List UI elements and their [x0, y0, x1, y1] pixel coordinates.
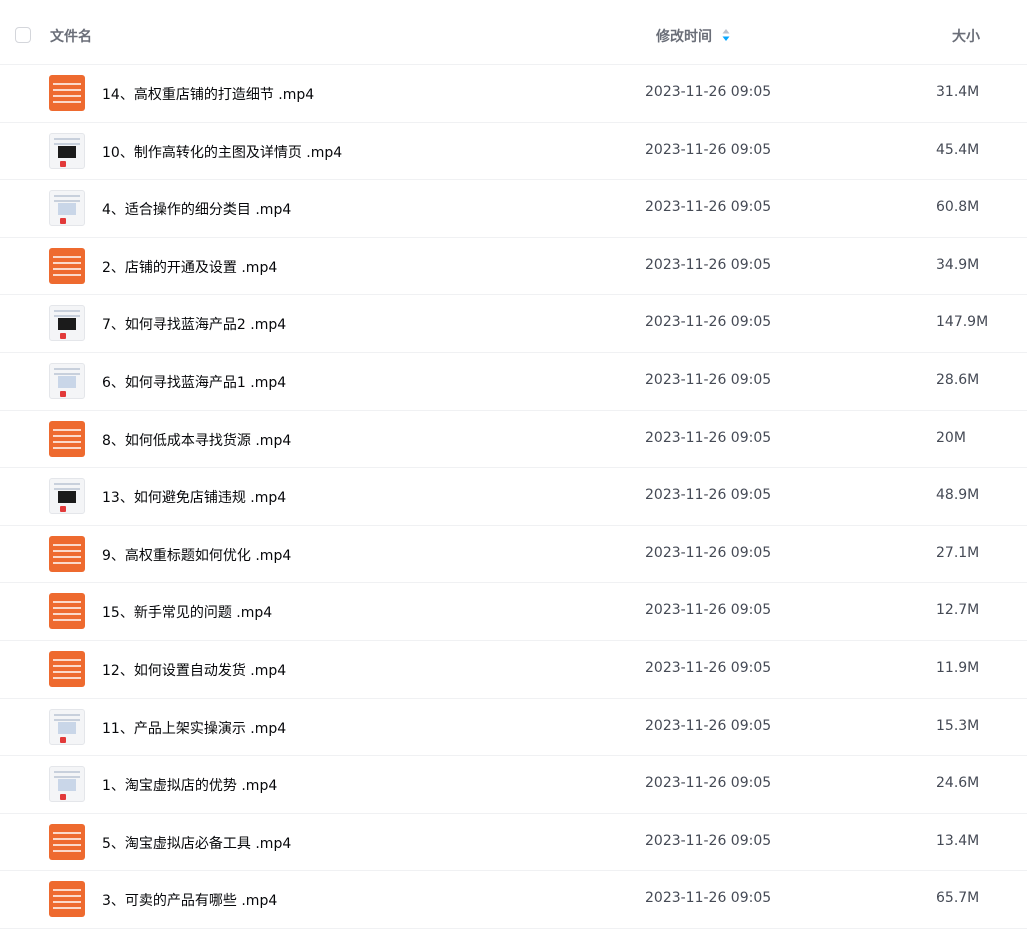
file-modified-time: 2023-11-26 09:05	[645, 659, 772, 676]
file-modified-time: 2023-11-26 09:05	[645, 371, 772, 388]
video-thumbnail-icon	[49, 190, 85, 227]
video-thumbnail-icon	[49, 708, 85, 745]
file-name[interactable]: 14、高权重店铺的打造细节 .mp4	[102, 84, 314, 104]
file-size: 48.9M	[936, 487, 980, 504]
file-modified-time: 2023-11-26 09:05	[645, 314, 772, 331]
file-row[interactable]: 13、如何避免店铺违规 .mp4 2023-11-26 09:05 48.9M	[0, 468, 1027, 526]
file-rows: 14、高权重店铺的打造细节 .mp4 2023-11-26 09:05 31.4M 1…	[0, 65, 1027, 929]
file-row[interactable]: 14、高权重店铺的打造细节 .mp4 2023-11-26 09:05 31.4M	[0, 65, 1027, 123]
file-modified-time: 2023-11-26 09:05	[645, 199, 772, 216]
column-header-name[interactable]: 文件名	[50, 26, 92, 46]
file-name[interactable]: 4、适合操作的细分类目 .mp4	[102, 199, 291, 219]
file-name[interactable]: 8、如何低成本寻找货源 .mp4	[102, 430, 291, 450]
file-modified-time: 2023-11-26 09:05	[645, 544, 772, 561]
file-modified-time: 2023-11-26 09:05	[645, 84, 772, 100]
file-size: 11.9M	[936, 659, 980, 676]
file-name[interactable]: 13、如何避免店铺违规 .mp4	[102, 487, 286, 507]
file-size: 65.7M	[936, 890, 980, 907]
file-modified-time: 2023-11-26 09:05	[645, 256, 772, 273]
file-size: 24.6M	[936, 775, 980, 792]
file-size: 13.4M	[936, 832, 980, 849]
file-row[interactable]: 4、适合操作的细分类目 .mp4 2023-11-26 09:05 60.8M	[0, 180, 1027, 238]
file-modified-time: 2023-11-26 09:05	[645, 717, 772, 734]
file-size: 15.3M	[936, 717, 980, 734]
file-modified-time: 2023-11-26 09:05	[645, 775, 772, 792]
file-row[interactable]: 11、产品上架实操演示 .mp4 2023-11-26 09:05 15.3M	[0, 699, 1027, 757]
file-row[interactable]: 5、淘宝虚拟店必备工具 .mp4 2023-11-26 09:05 13.4M	[0, 814, 1027, 872]
file-name[interactable]: 5、淘宝虚拟店必备工具 .mp4	[102, 833, 291, 853]
file-list-header: 文件名 修改时间 大小	[0, 0, 1027, 65]
file-name[interactable]: 1、淘宝虚拟店的优势 .mp4	[102, 775, 277, 795]
sort-icon[interactable]	[722, 28, 730, 42]
video-thumbnail-icon	[49, 305, 85, 342]
file-name[interactable]: 12、如何设置自动发货 .mp4	[102, 660, 286, 680]
file-row[interactable]: 6、如何寻找蓝海产品1 .mp4 2023-11-26 09:05 28.6M	[0, 353, 1027, 411]
file-size: 31.4M	[936, 84, 980, 100]
file-name[interactable]: 9、高权重标题如何优化 .mp4	[102, 545, 291, 565]
video-thumbnail-icon	[49, 478, 85, 515]
video-thumbnail-icon	[49, 881, 85, 918]
video-thumbnail-icon	[49, 823, 85, 860]
file-size: 34.9M	[936, 256, 980, 273]
file-size: 20M	[936, 429, 966, 446]
file-row[interactable]: 2、店铺的开通及设置 .mp4 2023-11-26 09:05 34.9M	[0, 238, 1027, 296]
video-thumbnail-icon	[49, 593, 85, 630]
file-name[interactable]: 11、产品上架实操演示 .mp4	[102, 718, 286, 738]
file-row[interactable]: 3、可卖的产品有哪些 .mp4 2023-11-26 09:05 65.7M	[0, 871, 1027, 929]
file-size: 45.4M	[936, 141, 980, 158]
file-row[interactable]: 15、新手常见的问题 .mp4 2023-11-26 09:05 12.7M	[0, 583, 1027, 641]
file-row[interactable]: 9、高权重标题如何优化 .mp4 2023-11-26 09:05 27.1M	[0, 526, 1027, 584]
file-name[interactable]: 6、如何寻找蓝海产品1 .mp4	[102, 372, 286, 392]
file-modified-time: 2023-11-26 09:05	[645, 429, 772, 446]
video-thumbnail-icon	[49, 362, 85, 399]
file-name[interactable]: 15、新手常见的问题 .mp4	[102, 602, 272, 622]
file-row[interactable]: 12、如何设置自动发货 .mp4 2023-11-26 09:05 11.9M	[0, 641, 1027, 699]
file-row[interactable]: 8、如何低成本寻找货源 .mp4 2023-11-26 09:05 20M	[0, 411, 1027, 469]
column-header-size[interactable]: 大小	[952, 26, 980, 46]
file-size: 28.6M	[936, 371, 980, 388]
select-all-checkbox[interactable]	[15, 27, 31, 43]
file-modified-time: 2023-11-26 09:05	[645, 832, 772, 849]
file-size: 12.7M	[936, 602, 980, 619]
file-modified-time: 2023-11-26 09:05	[645, 487, 772, 504]
column-header-time[interactable]: 修改时间	[656, 26, 712, 46]
file-list: 文件名 修改时间 大小 14、高权重店铺的打造细节 .mp4 2023-11-26…	[0, 0, 1027, 929]
file-modified-time: 2023-11-26 09:05	[645, 141, 772, 158]
file-name[interactable]: 7、如何寻找蓝海产品2 .mp4	[102, 314, 286, 334]
video-thumbnail-icon	[49, 766, 85, 803]
file-row[interactable]: 7、如何寻找蓝海产品2 .mp4 2023-11-26 09:05 147.9M	[0, 295, 1027, 353]
file-size: 27.1M	[936, 544, 980, 561]
file-modified-time: 2023-11-26 09:05	[645, 602, 772, 619]
file-name[interactable]: 3、可卖的产品有哪些 .mp4	[102, 890, 277, 910]
file-size: 147.9M	[936, 314, 989, 331]
file-row[interactable]: 1、淘宝虚拟店的优势 .mp4 2023-11-26 09:05 24.6M	[0, 756, 1027, 814]
video-thumbnail-icon	[49, 535, 85, 572]
video-thumbnail-icon	[49, 132, 85, 169]
video-thumbnail-icon	[49, 650, 85, 687]
video-thumbnail-icon	[49, 75, 85, 111]
file-name[interactable]: 10、制作高转化的主图及详情页 .mp4	[102, 142, 342, 162]
file-size: 60.8M	[936, 199, 980, 216]
file-row[interactable]: 10、制作高转化的主图及详情页 .mp4 2023-11-26 09:05 45.4…	[0, 123, 1027, 181]
video-thumbnail-icon	[49, 420, 85, 457]
file-modified-time: 2023-11-26 09:05	[645, 890, 772, 907]
file-name[interactable]: 2、店铺的开通及设置 .mp4	[102, 257, 277, 277]
video-thumbnail-icon	[49, 247, 85, 284]
